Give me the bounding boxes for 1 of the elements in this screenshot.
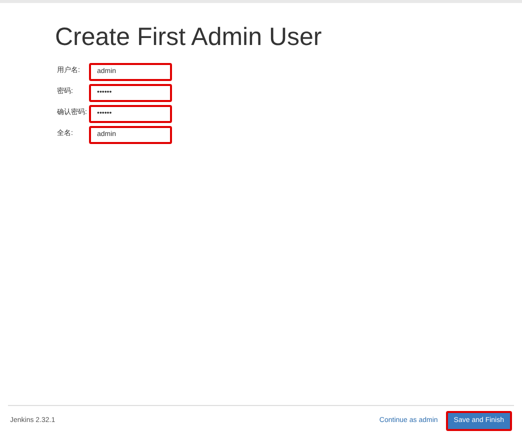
page-title: Create First Admin User <box>55 22 323 53</box>
